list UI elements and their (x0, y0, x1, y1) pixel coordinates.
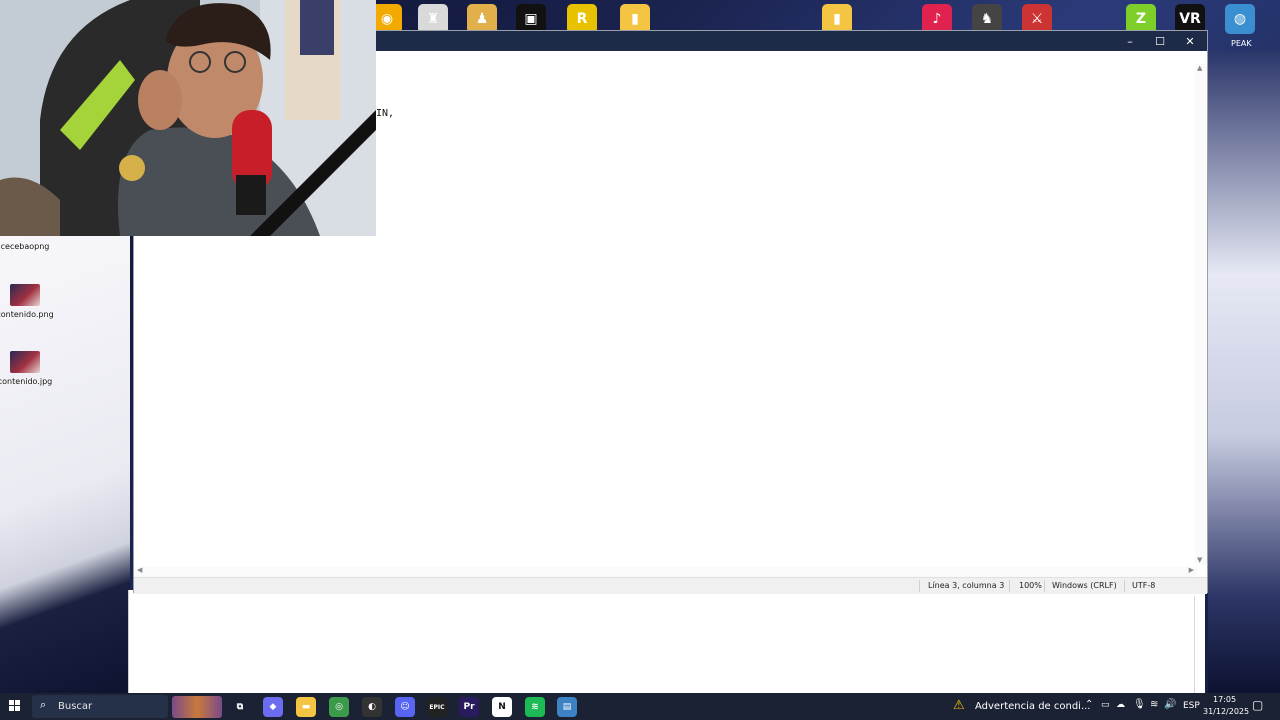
status-bar: Línea 3, columna 3 100% Windows (CRLF) U… (134, 577, 1207, 594)
scroll-down-icon[interactable]: ▼ (1197, 556, 1202, 564)
scroll-up-icon[interactable]: ▲ (1197, 64, 1202, 72)
desktop: ◉ ♜ ♟ ▣ R ▮ ▮ ♪ ♞ ⚔ Z VR ◍ PEAK cecebaopng contenido… (0, 0, 1280, 720)
windows-start-icon[interactable] (9, 700, 21, 712)
discord-icon[interactable]: ☺ (395, 697, 415, 717)
chrome-icon[interactable]: ◎ (329, 697, 349, 717)
tray-icon-1[interactable]: ▭ (1101, 700, 1110, 710)
epic-games-icon[interactable]: EPIC (427, 697, 447, 717)
desktop-file-label: contenido.png (0, 310, 54, 319)
status-divider (1009, 580, 1010, 592)
zoom-level[interactable]: 100% (1019, 581, 1042, 590)
webcam-scene (0, 0, 376, 236)
horizontal-scrollbar[interactable]: ◀ ▶ (134, 566, 1197, 577)
minimize-button[interactable]: – (1115, 31, 1145, 51)
webcam-overlay (0, 0, 376, 236)
image-thumbnail (10, 351, 40, 373)
notepad-icon[interactable]: ▤ (557, 697, 577, 717)
notification-icon[interactable]: ▢ (1252, 698, 1263, 712)
peak-icon[interactable]: ◍ (1225, 4, 1255, 34)
scroll-left-icon[interactable]: ◀ (137, 566, 142, 574)
language-indicator[interactable]: ESP (1183, 701, 1200, 711)
peak-label: PEAK (1231, 39, 1252, 48)
warning-icon[interactable]: ⚠ (953, 698, 965, 713)
editor-text[interactable]: IN, (376, 108, 394, 119)
cursor-position: Línea 3, columna 3 (928, 581, 1005, 590)
maximize-button[interactable]: ☐ (1145, 31, 1175, 51)
clock-date[interactable]: 31/12/2025 (1203, 707, 1249, 716)
desktop-file-label: cecebaopng (0, 242, 50, 251)
notion-icon[interactable]: N (492, 697, 512, 717)
status-divider (919, 580, 920, 592)
window-edge (1194, 590, 1195, 693)
vertical-scrollbar[interactable]: ▲ ▼ (1195, 64, 1207, 564)
search-highlight-image[interactable] (172, 696, 222, 718)
encoding[interactable]: UTF-8 (1132, 581, 1155, 590)
onedrive-icon[interactable]: ☁ (1116, 700, 1125, 710)
status-divider (1044, 580, 1045, 592)
file-explorer-icon[interactable]: ▬ (296, 697, 316, 717)
wallpaper-right (1208, 50, 1280, 693)
microphone-icon[interactable]: 🎙 (1133, 699, 1146, 710)
image-thumbnail (10, 284, 40, 306)
copilot-icon[interactable]: ◆ (263, 697, 283, 717)
spotify-icon[interactable]: ≋ (525, 697, 545, 717)
weather-warning-text[interactable]: Advertencia de condi... (975, 701, 1090, 712)
background-window[interactable] (128, 590, 1205, 693)
desktop-file-label: contenido.jpg (0, 377, 53, 386)
obs-icon[interactable]: ◐ (362, 697, 382, 717)
taskbar-search[interactable]: ⌕ Buscar (32, 695, 168, 718)
search-icon: ⌕ (40, 698, 47, 711)
volume-icon[interactable]: 🔊 (1164, 699, 1176, 710)
taskbar: ⌕ Buscar ⧉ ◆ ▬ ◎ ◐ ☺ EPIC Pr N ≋ ▤ ⚠ Advertencia d… (0, 693, 1280, 720)
desktop-file-cecebao[interactable]: cecebaopng (0, 238, 60, 251)
search-placeholder: Buscar (58, 701, 93, 712)
chevron-up-icon[interactable]: ⌃ (1085, 699, 1093, 710)
premiere-pro-icon[interactable]: Pr (459, 697, 479, 717)
status-divider (1124, 580, 1125, 592)
desktop-file-contenido-png[interactable]: contenido.png (0, 284, 60, 319)
task-view-icon[interactable]: ⧉ (230, 697, 250, 717)
line-ending[interactable]: Windows (CRLF) (1052, 581, 1117, 590)
desktop-file-contenido-jpg[interactable]: contenido.jpg (0, 351, 60, 386)
close-button[interactable]: ✕ (1175, 31, 1205, 51)
wifi-icon[interactable]: ≋ (1150, 699, 1158, 710)
scroll-right-icon[interactable]: ▶ (1189, 566, 1194, 574)
clock-time[interactable]: 17:05 (1213, 695, 1236, 704)
